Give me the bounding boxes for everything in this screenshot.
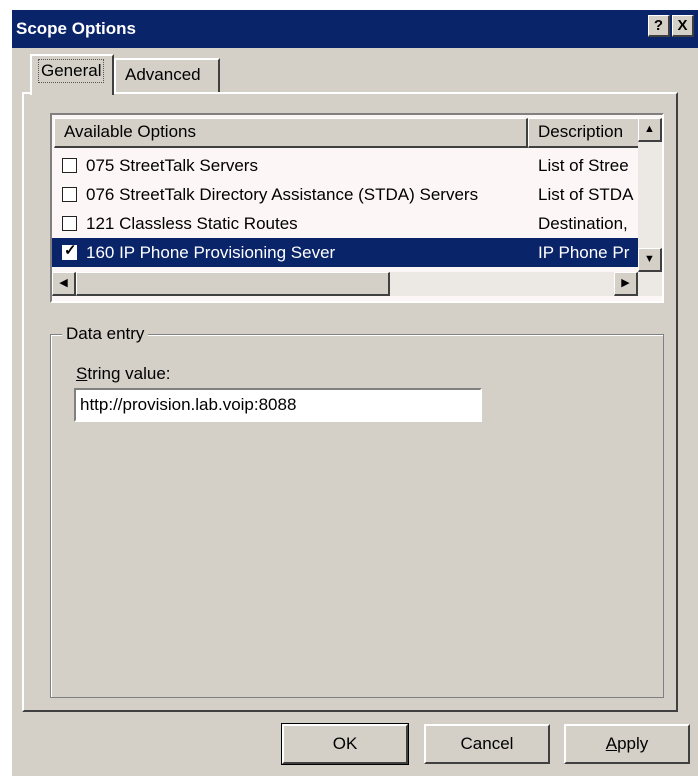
option-name: 121 Classless Static Routes bbox=[86, 214, 298, 233]
tab-advanced-label: Advanced bbox=[125, 65, 201, 84]
list-item[interactable]: 075 StreetTalk Servers List of Stree bbox=[52, 151, 642, 180]
down-arrow-icon: ▼ bbox=[644, 253, 655, 265]
option-checkbox[interactable] bbox=[62, 187, 77, 202]
window-title: Scope Options bbox=[16, 19, 136, 38]
cancel-button[interactable]: Cancel bbox=[424, 724, 550, 764]
option-checkbox[interactable] bbox=[62, 216, 77, 231]
right-arrow-icon: ▶ bbox=[621, 277, 630, 289]
available-options-list[interactable]: Available Options Description 075 Street… bbox=[50, 113, 664, 303]
column-header-description[interactable]: Description bbox=[528, 118, 640, 148]
option-description: IP Phone Pr bbox=[538, 243, 630, 262]
string-value-label: String value: bbox=[76, 364, 171, 383]
scroll-down-button[interactable]: ▼ bbox=[638, 248, 662, 272]
list-item-selected[interactable]: ✓ 160 IP Phone Provisioning Sever IP Pho… bbox=[52, 238, 642, 267]
list-item[interactable]: 121 Classless Static Routes Destination, bbox=[52, 209, 642, 238]
apply-button[interactable]: Apply bbox=[564, 724, 690, 764]
option-checkbox[interactable] bbox=[62, 158, 77, 173]
tab-general[interactable]: General bbox=[30, 54, 114, 95]
vertical-scrollbar[interactable]: ▲ ▼ bbox=[638, 118, 662, 272]
option-description: List of STDA bbox=[538, 185, 634, 204]
scroll-right-button[interactable]: ▶ bbox=[614, 272, 638, 296]
data-entry-label: Data entry bbox=[62, 324, 149, 344]
tab-general-label: General bbox=[38, 59, 105, 83]
help-icon: ? bbox=[653, 17, 664, 34]
string-value-input[interactable] bbox=[74, 388, 482, 422]
option-name: 076 StreetTalk Directory Assistance (STD… bbox=[86, 185, 479, 204]
option-description: Destination, bbox=[538, 214, 628, 233]
checkmark-icon: ✓ bbox=[64, 242, 77, 259]
list-item[interactable]: 076 StreetTalk Directory Assistance (STD… bbox=[52, 180, 642, 209]
option-checkbox-checked[interactable]: ✓ bbox=[62, 242, 77, 260]
horizontal-scrollbar[interactable]: ◀ ▶ bbox=[52, 272, 662, 296]
tab-advanced[interactable]: Advanced bbox=[114, 58, 220, 94]
scroll-up-button[interactable]: ▲ bbox=[638, 118, 662, 142]
help-button[interactable]: ? bbox=[648, 15, 670, 37]
left-arrow-icon: ◀ bbox=[59, 277, 68, 289]
option-description: List of Stree bbox=[538, 156, 629, 175]
option-name: 160 IP Phone Provisioning Sever bbox=[86, 243, 336, 262]
column-header-available-options[interactable]: Available Options bbox=[54, 118, 528, 148]
close-button[interactable]: X bbox=[672, 15, 694, 37]
option-name: 075 StreetTalk Servers bbox=[86, 156, 258, 175]
close-icon: X bbox=[677, 17, 688, 34]
scroll-left-button[interactable]: ◀ bbox=[52, 272, 76, 296]
up-arrow-icon: ▲ bbox=[644, 123, 655, 135]
horizontal-scroll-thumb[interactable] bbox=[76, 272, 390, 296]
ok-button[interactable]: OK bbox=[281, 723, 409, 765]
